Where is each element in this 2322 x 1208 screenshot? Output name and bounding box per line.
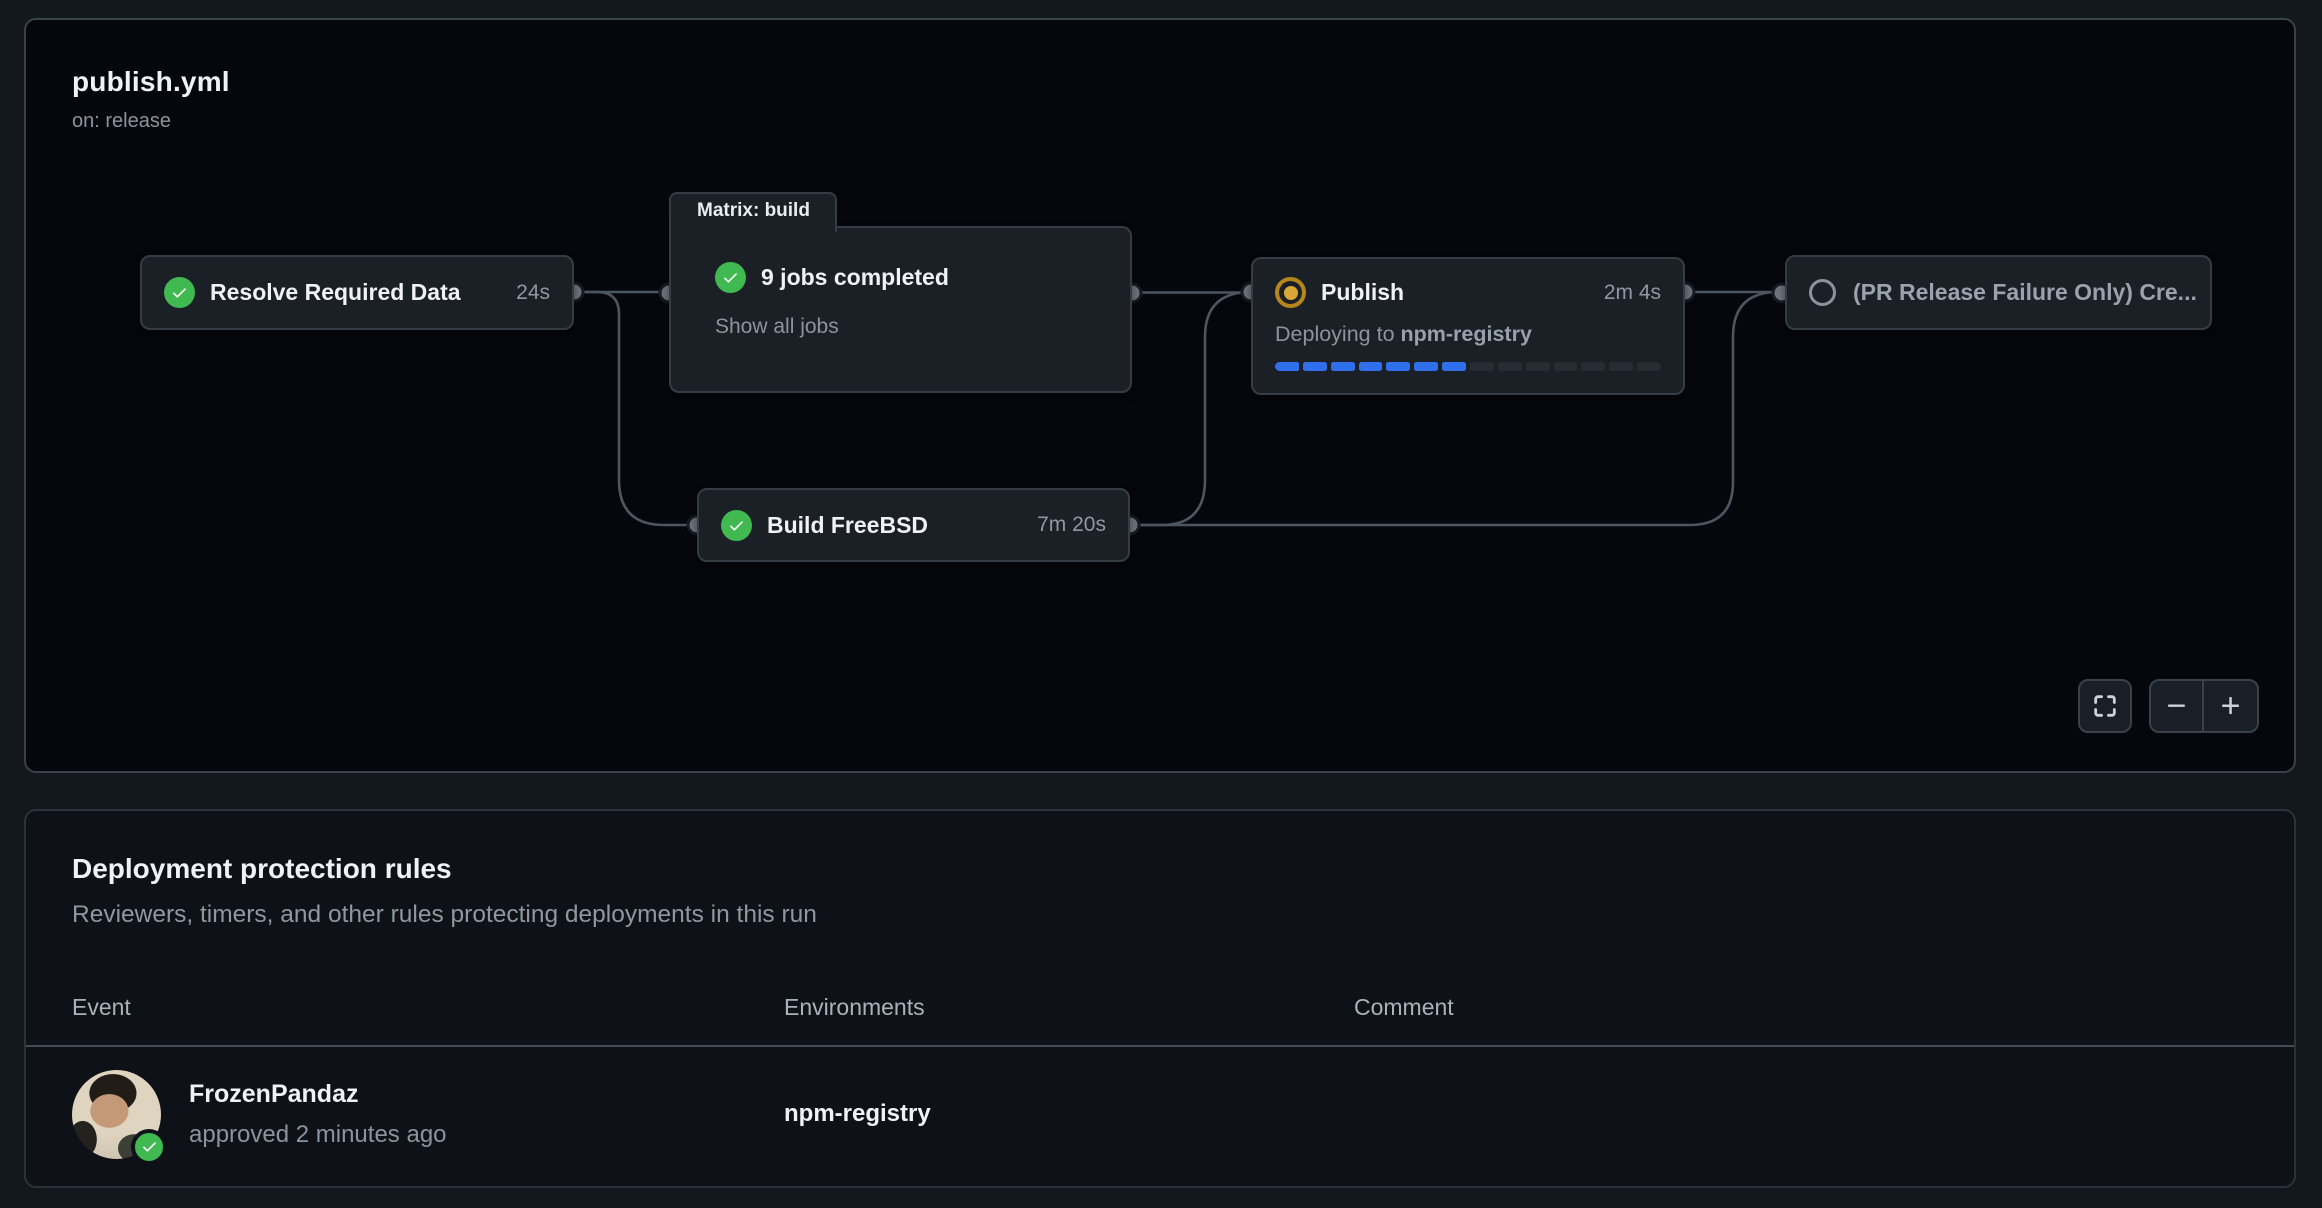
environment-name: npm-registry — [784, 1100, 1354, 1128]
fullscreen-icon — [2091, 692, 2119, 720]
column-header-environments: Environments — [784, 994, 1354, 1021]
deploy-progress-bar — [1275, 362, 1661, 371]
matrix-group-tab: Matrix: build — [669, 192, 837, 232]
job-label: (PR Release Failure Only) Cre... — [1853, 279, 2197, 306]
fullscreen-button[interactable] — [2078, 679, 2132, 733]
event-cell: FrozenPandaz approved 2 minutes ago — [72, 1070, 784, 1159]
job-node-resolve-required-data[interactable]: Resolve Required Data 24s — [140, 255, 574, 330]
matrix-group-label: Matrix: build — [697, 200, 810, 222]
rules-subtitle: Reviewers, timers, and other rules prote… — [72, 901, 2248, 929]
matrix-jobs-summary: 9 jobs completed — [761, 264, 949, 291]
approver-username[interactable]: FrozenPandaz — [189, 1080, 447, 1109]
column-header-event: Event — [72, 994, 784, 1021]
zoom-control-group: − + — [2149, 679, 2259, 733]
rules-table-header: Event Environments Comment — [26, 981, 2294, 1033]
show-all-jobs-link[interactable]: Show all jobs — [715, 315, 839, 339]
job-node-publish[interactable]: Publish 2m 4s Deploying to npm-registry — [1251, 257, 1685, 395]
deploy-prefix: Deploying to — [1275, 322, 1401, 346]
deploy-status-line: Deploying to npm-registry — [1275, 322, 1661, 347]
rules-title: Deployment protection rules — [72, 853, 2248, 885]
job-node-matrix-build[interactable]: 9 jobs completed Show all jobs — [669, 226, 1132, 393]
job-duration: 2m 4s — [1586, 281, 1661, 305]
zoom-in-button[interactable]: + — [2204, 681, 2257, 731]
approval-status-text: approved 2 minutes ago — [189, 1121, 447, 1149]
workflow-graph-panel: publish.yml on: release Resolve Required… — [24, 18, 2296, 773]
deployment-protection-rules-panel: Deployment protection rules Reviewers, t… — [24, 809, 2296, 1188]
column-header-comment: Comment — [1354, 994, 2248, 1021]
job-duration: 24s — [498, 281, 550, 305]
success-check-icon — [721, 510, 752, 541]
pending-circle-icon — [1809, 279, 1836, 306]
approved-check-badge — [131, 1129, 167, 1165]
success-check-icon — [715, 262, 746, 293]
zoom-out-button[interactable]: − — [2151, 681, 2204, 731]
in-progress-icon — [1275, 277, 1306, 308]
job-label: Resolve Required Data — [210, 279, 461, 306]
job-node-build-freebsd[interactable]: Build FreeBSD 7m 20s — [697, 488, 1130, 562]
success-check-icon — [164, 277, 195, 308]
job-duration: 7m 20s — [1019, 513, 1106, 537]
job-label: Publish — [1321, 279, 1404, 306]
job-label: Build FreeBSD — [767, 512, 928, 539]
job-node-pr-release-failure[interactable]: (PR Release Failure Only) Cre... — [1785, 255, 2212, 330]
rules-table-row: FrozenPandaz approved 2 minutes ago npm-… — [26, 1047, 2294, 1181]
deploy-target: npm-registry — [1401, 322, 1532, 346]
workflow-edges — [26, 20, 2298, 775]
